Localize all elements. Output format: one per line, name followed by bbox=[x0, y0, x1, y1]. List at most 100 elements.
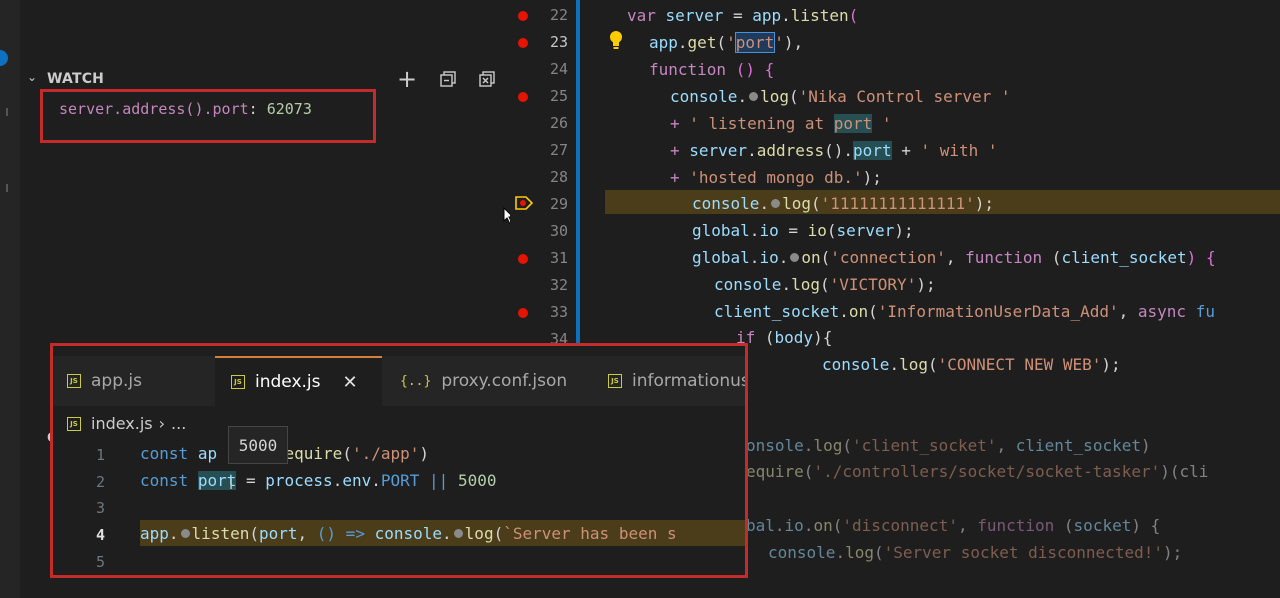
breakpoint-icon[interactable] bbox=[518, 254, 528, 264]
token: log bbox=[782, 194, 811, 213]
token: server bbox=[689, 141, 748, 160]
token: function bbox=[649, 60, 727, 79]
token: ){ bbox=[813, 328, 833, 347]
peek-editor-overlay[interactable]: JS app.js JS index.js ✕ {..} proxy.conf.json… bbox=[50, 343, 748, 578]
tab-index-js[interactable]: JS index.js ✕ bbox=[215, 356, 382, 406]
token: ); bbox=[1162, 543, 1183, 562]
line-number: 22 bbox=[549, 6, 568, 24]
remove-all-expressions-icon[interactable] bbox=[474, 66, 500, 92]
token: console bbox=[692, 194, 760, 213]
git-change-indicator bbox=[576, 0, 580, 345]
code-line[interactable]: console.log('VICTORY'); bbox=[714, 275, 936, 294]
token: log bbox=[813, 436, 843, 455]
tab-app-js[interactable]: JS app.js bbox=[53, 356, 213, 406]
token: './app' bbox=[351, 444, 420, 463]
token: console bbox=[714, 275, 782, 294]
code-line[interactable]: console.log('CONNECT NEW WEB'); bbox=[822, 355, 1121, 374]
watch-expression: server.address().port bbox=[59, 100, 249, 118]
code-line[interactable]: if (body){ bbox=[736, 328, 832, 347]
breakpoint-icon[interactable] bbox=[518, 38, 528, 48]
code-line[interactable]: global.io = io(server); bbox=[692, 221, 914, 240]
token: log bbox=[899, 355, 928, 374]
code-line[interactable]: bal.io.on('disconnect', function (socket… bbox=[746, 516, 1160, 535]
token: + bbox=[670, 141, 690, 160]
token: console bbox=[670, 87, 738, 106]
line-number: 25 bbox=[549, 87, 568, 105]
code-line[interactable]: function () { bbox=[649, 60, 774, 79]
code-line[interactable]: onsole.log('client_socket', client_socke… bbox=[746, 436, 1151, 455]
token: on bbox=[801, 248, 821, 267]
token: 'disconnect' bbox=[842, 516, 958, 535]
token: ) { bbox=[1186, 248, 1216, 267]
code-line[interactable]: client_socket.on('InformationUserData_Ad… bbox=[714, 302, 1215, 321]
code-line[interactable]: console. log('Nika Control server ' bbox=[670, 87, 1011, 106]
token: client_socket bbox=[1015, 436, 1141, 455]
chevron-right-icon: › bbox=[158, 414, 166, 433]
token: + bbox=[670, 168, 690, 187]
token: const bbox=[140, 471, 189, 490]
token: io bbox=[759, 248, 779, 267]
token: 'VICTORY' bbox=[829, 275, 917, 294]
code-line[interactable]: + ' listening at port ' bbox=[670, 114, 892, 133]
js-file-icon: JS bbox=[608, 374, 622, 388]
code-line[interactable]: app. listen(port, () => console. log(`Serv… bbox=[140, 524, 677, 543]
token: ); bbox=[862, 168, 882, 187]
token: io bbox=[807, 221, 827, 240]
token: )(cli bbox=[1160, 462, 1209, 481]
lightbulb-icon[interactable] bbox=[609, 30, 623, 54]
text-cursor-icon: I bbox=[229, 477, 234, 493]
breakpoint-icon[interactable] bbox=[518, 92, 528, 102]
token: 'connection' bbox=[830, 248, 946, 267]
tab-label: informationus bbox=[632, 371, 748, 391]
code-line[interactable]: + server.address().port + ' with ' bbox=[670, 141, 998, 160]
token: listen bbox=[790, 6, 849, 25]
activity-bar bbox=[0, 0, 20, 598]
paused-breakpoint-icon[interactable] bbox=[515, 195, 534, 214]
code-line[interactable]: global.io. on('connection', function (cli… bbox=[692, 248, 1216, 267]
collapse-icon[interactable] bbox=[435, 66, 461, 92]
token: || bbox=[429, 471, 449, 490]
watch-expression-row[interactable]: server.address().port: 62073 bbox=[59, 100, 312, 118]
token: bal bbox=[746, 516, 775, 535]
line-number: 26 bbox=[549, 114, 568, 132]
line-number: 30 bbox=[549, 222, 568, 240]
token: ' bbox=[726, 33, 736, 52]
code-line[interactable]: const port = process.env.PORT || 5000 bbox=[140, 471, 496, 490]
token: var bbox=[627, 6, 656, 25]
breadcrumb-more[interactable]: ... bbox=[171, 414, 186, 433]
chevron-down-icon[interactable]: ⌄ bbox=[27, 70, 37, 84]
token: = bbox=[723, 6, 753, 25]
tab-proxy-conf-json[interactable]: {..} proxy.conf.json bbox=[384, 356, 590, 406]
token: ( bbox=[848, 6, 859, 25]
token: ) { bbox=[1131, 516, 1161, 535]
activity-indicator bbox=[0, 50, 8, 66]
token: 'client_socket' bbox=[851, 436, 997, 455]
token: app bbox=[140, 524, 169, 543]
line-number: 33 bbox=[549, 303, 568, 321]
close-icon[interactable]: ✕ bbox=[343, 372, 358, 393]
token: get bbox=[687, 33, 717, 52]
line-number: 2 bbox=[95, 473, 105, 491]
code-line[interactable]: console.log('Server socket disconnected!… bbox=[768, 543, 1182, 562]
breakpoint-icon[interactable] bbox=[518, 11, 528, 21]
token: (). bbox=[824, 141, 854, 160]
code-line[interactable]: var server = app.listen( bbox=[627, 6, 858, 25]
js-file-icon: JS bbox=[231, 375, 245, 389]
token: ); bbox=[1101, 355, 1121, 374]
token: log bbox=[760, 87, 789, 106]
line-number: 24 bbox=[549, 60, 568, 78]
code-line[interactable]: + 'hosted mongo db.'); bbox=[670, 168, 882, 187]
code-line[interactable]: console. log('11111111111111'); bbox=[692, 194, 994, 213]
selected-token: port bbox=[734, 32, 776, 53]
code-line[interactable]: app.get('port'), bbox=[649, 32, 803, 53]
add-expression-icon[interactable]: + bbox=[394, 65, 420, 93]
token: async bbox=[1137, 302, 1187, 321]
breakpoint-icon[interactable] bbox=[518, 308, 528, 318]
token: 'Nika Control server ' bbox=[798, 87, 1011, 106]
js-file-icon: JS bbox=[67, 374, 81, 388]
breadcrumb-file[interactable]: index.js bbox=[91, 414, 153, 433]
code-line[interactable]: equire('./controllers/socket/socket-task… bbox=[746, 462, 1208, 481]
token: `Server has been s bbox=[503, 524, 677, 543]
activity-marker bbox=[6, 108, 8, 116]
tab-informationus[interactable]: JS informationus bbox=[592, 356, 748, 406]
